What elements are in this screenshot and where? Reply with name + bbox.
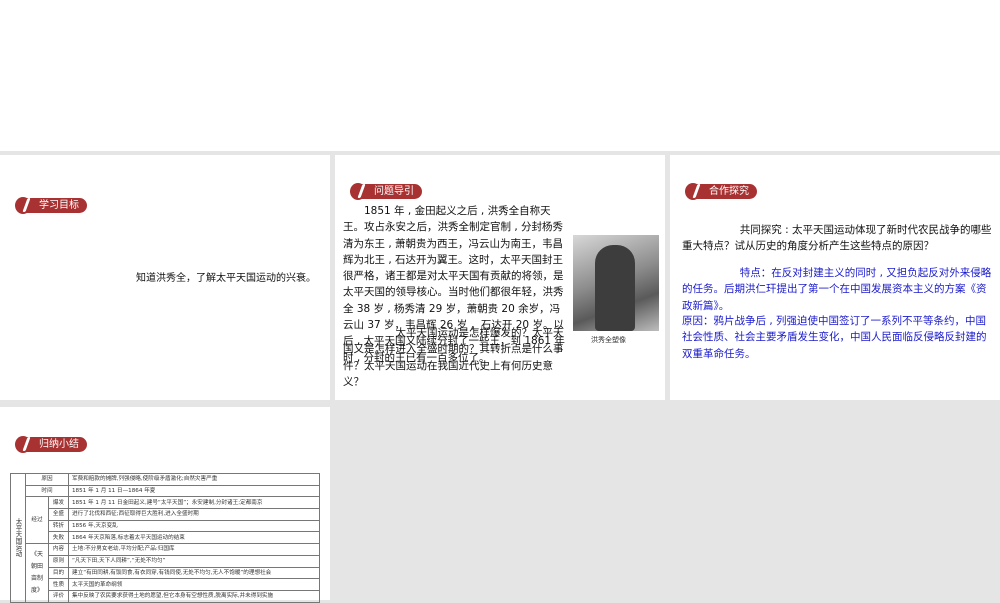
badge-label: 归纳小结: [39, 439, 79, 450]
badge-hook-icon: [15, 197, 31, 214]
table-row: 性质 太平天国的革命纲领: [11, 578, 320, 591]
badge-hook-icon: [685, 183, 701, 200]
badge-hook-icon: [15, 436, 31, 453]
table-row: 《天朝田亩制度》 内容 土地:不分男女老幼,平均分配;产品:归国库: [11, 543, 320, 603]
table-row: 转折 1856 年,天京变乱: [11, 519, 320, 533]
table-row: 全盛 进行了北伐和西征;西征取得巨大胜利,进入全盛时期: [11, 508, 320, 521]
slide-question-intro[interactable]: 问题导引 1851 年 , 金田起义之后 , 洪秀全自称天王。攻占永安之后，洪秀…: [335, 155, 665, 400]
section-badge: 归纳小结: [15, 436, 87, 453]
table-row: 失败 1864 年天京陷落,标志着太平天国运动的结束: [11, 531, 320, 545]
section-badge: 问题导引: [350, 183, 422, 200]
table-row: 评价 集中反映了农民要求获得土地的愿望,但它本身有空想性质,脱离实际,并未得到实施: [11, 589, 320, 603]
table-row: 原则 “凡天下田,天下人同耕”,“无处不均匀”: [11, 554, 320, 568]
blank-slide-top: [0, 0, 1000, 151]
answer-features: 特点：在反对封建主义的同时 , 又担负起反对外来侵略的任务。后期洪仁玕提出了第一…: [682, 267, 992, 312]
hong-xiuquan-statue-image: [573, 235, 659, 331]
badge-label: 问题导引: [374, 186, 414, 197]
table-row: 目的 建立“有田同耕,有饭同食,有衣同穿,有钱同使,无处不均匀,无人不饱暖”的理想…: [11, 566, 320, 580]
section-badge: 学习目标: [15, 197, 87, 214]
table-title: 太平天国运动: [10, 473, 26, 603]
inquiry-question: 共同探究 : 太平天国运动体现了新时代农民战争的哪些重大特点？试从历史的角度分析…: [682, 224, 992, 253]
slide-learning-goals[interactable]: 学习目标 知道洪秀全，了解太平天国运动的兴衰。: [0, 155, 330, 400]
slide-cooperative-inquiry[interactable]: 合作探究 共同探究 : 太平天国运动体现了新时代农民战争的哪些重大特点？试从历史…: [670, 155, 1000, 400]
answer-reasons: 原因：鸦片战争后 , 列强迫使中国签订了一系列不平等条约，中国社会性质、社会主要…: [682, 315, 987, 360]
table-row: 太平天国运动 原因 军费和赔款的摊牌,列强侵略,使阶级矛盾激化;自然灾害严重: [10, 473, 320, 603]
goal-text: 知道洪秀全，了解太平天国运动的兴衰。: [136, 273, 316, 284]
badge-hook-icon: [350, 183, 366, 200]
intro-questions: 太平天国运动是怎样爆发的？太平天国又是怎样进入全盛时期的？其转折点是什么事件？太…: [343, 327, 564, 388]
table-row: 时间 1851 年 1 月 11 日—1864 年夏: [11, 484, 320, 498]
badge-label: 学习目标: [39, 200, 79, 211]
table-row: 经过 爆发 1851 年 1 月 11 日金田起义,建号“太平天国”；永安建制,分封…: [11, 496, 320, 545]
summary-table: 太平天国运动 原因 军费和赔款的摊牌,列强侵略,使阶级矛盾激化;自然灾害严重 时间 1…: [10, 473, 320, 603]
section-badge: 合作探究: [685, 183, 757, 200]
photo-caption: 洪秀全塑像: [591, 336, 626, 344]
badge-label: 合作探究: [709, 186, 749, 197]
